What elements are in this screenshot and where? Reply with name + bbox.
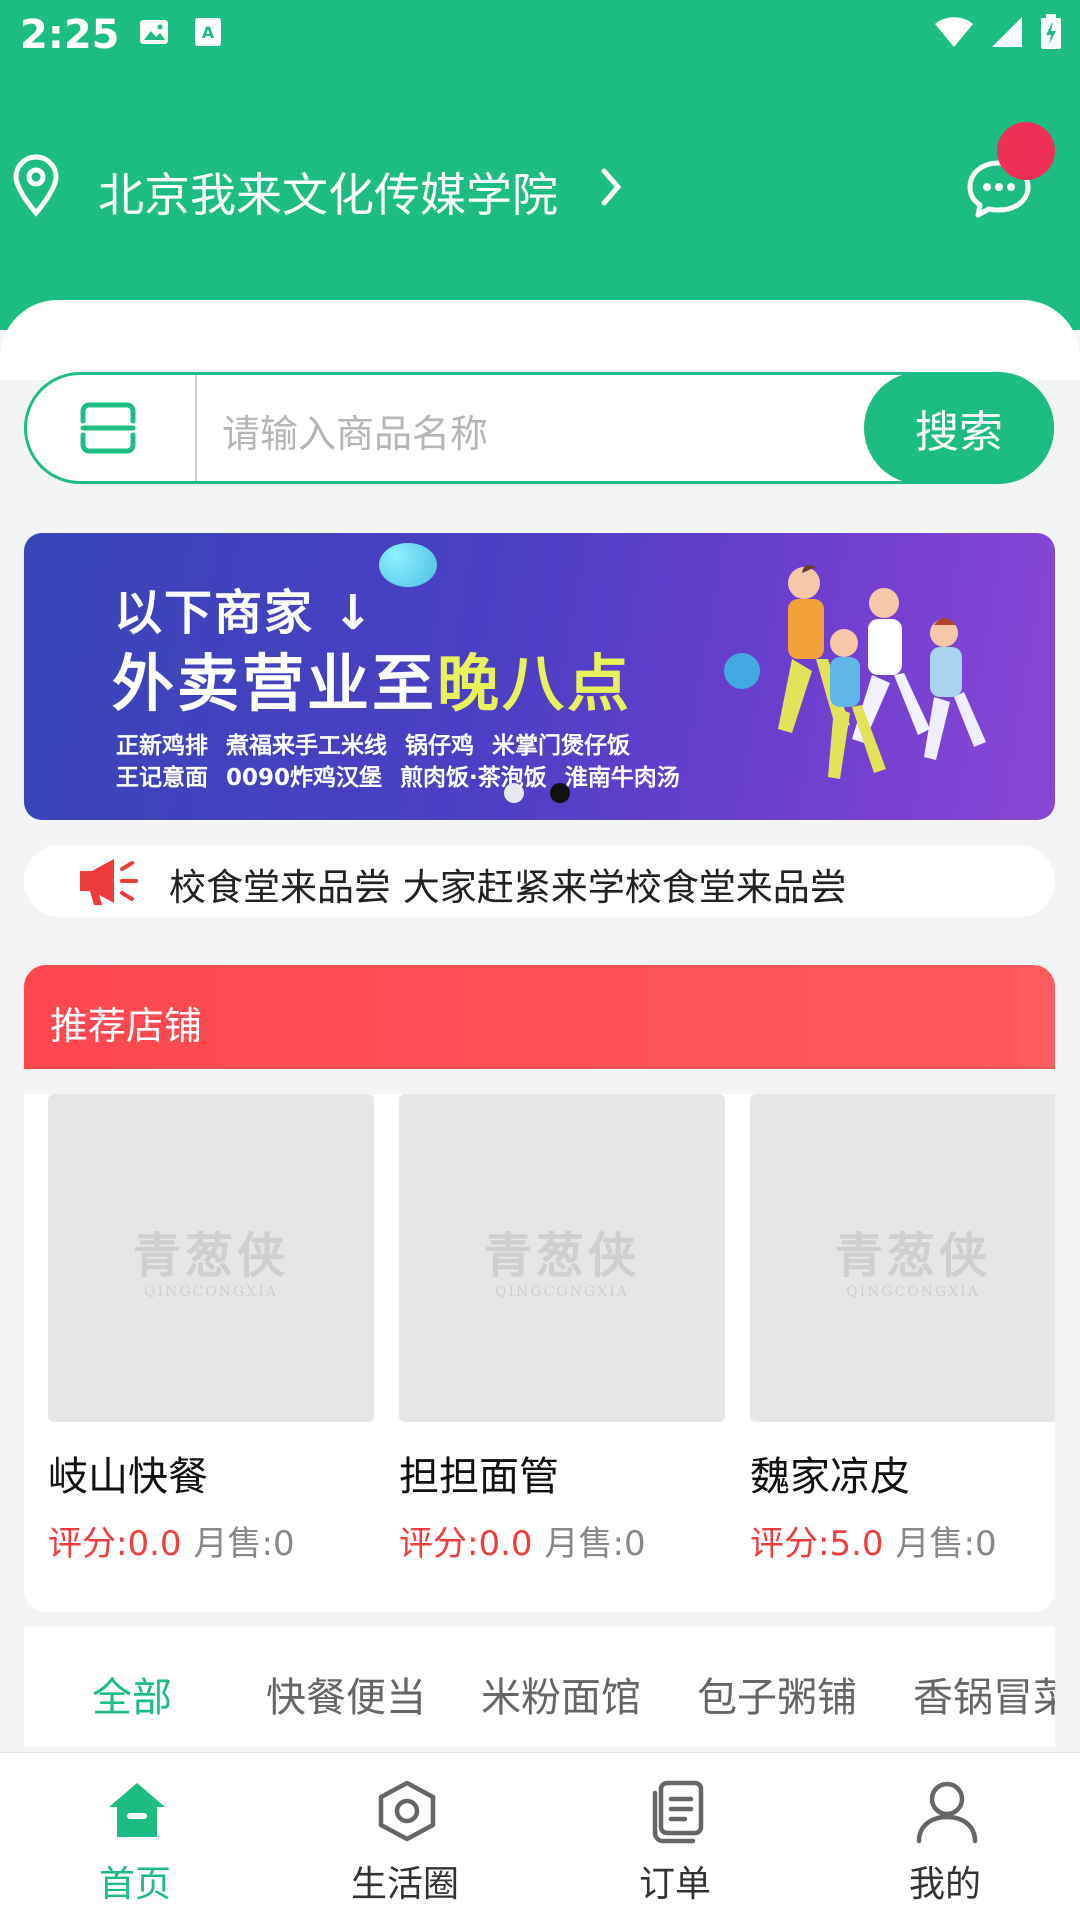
tab-home[interactable]: 首页 — [0, 1753, 270, 1921]
notice-bar[interactable]: 校食堂来品尝 大家赶紧来学校食堂来品尝 — [24, 845, 1055, 917]
shop-sales: 月售:0 — [544, 1524, 646, 1564]
shop-image-placeholder: 青葱侠 QINGCONGXIA — [399, 1094, 725, 1422]
search-button[interactable]: 搜索 — [864, 372, 1054, 484]
category-tab-buns[interactable]: 包子粥铺 — [697, 1665, 857, 1723]
category-tab-fast-food[interactable]: 快餐便当 — [266, 1665, 426, 1723]
tab-label: 订单 — [638, 1864, 711, 1905]
watermark-logo: 青葱侠 — [483, 1228, 640, 1284]
chevron-right-icon — [601, 168, 622, 206]
banner-bubble — [379, 543, 437, 587]
banner-subheading: 外卖营业至晚八点 — [112, 647, 633, 720]
shop-rating: 评分:0.0 — [399, 1524, 533, 1564]
shop-card[interactable]: 青葱侠 QINGCONGXIA 担担面管 评分:0.0 月售:0 — [399, 1094, 725, 1565]
hexagon-icon — [378, 1780, 436, 1842]
home-icon — [109, 1783, 165, 1837]
location-pin-icon — [13, 154, 59, 217]
category-tab-all[interactable]: 全部 — [92, 1665, 172, 1723]
tab-profile[interactable]: 我的 — [810, 1753, 1080, 1921]
shop-card[interactable]: 青葱侠 QINGCONGXIA 岐山快餐 评分:0.0 月售:0 — [48, 1094, 374, 1565]
message-badge — [997, 122, 1055, 180]
watermark-subtext: QINGCONGXIA — [846, 1284, 980, 1300]
recommended-title: 推荐店铺 — [50, 1004, 203, 1048]
shop-card[interactable]: 青葱侠 QINGCONGXIA 魏家凉皮 评分:5.0 月售:0 — [750, 1094, 1055, 1565]
tab-life-circle[interactable]: 生活圈 — [270, 1753, 540, 1921]
profile-icon — [916, 1781, 978, 1844]
megaphone-icon — [80, 859, 138, 905]
header: 2:25 A 北京我来文化传媒学院 — [0, 0, 1080, 330]
status-bar: 2:25 A — [0, 0, 1080, 72]
shop-name: 担担面管 — [399, 1454, 559, 1500]
battery-charging-icon — [1041, 14, 1061, 49]
tab-orders[interactable]: 订单 — [540, 1753, 810, 1921]
text-a-icon: A — [195, 18, 221, 46]
shop-sales: 月售:0 — [193, 1524, 295, 1564]
watermark-subtext: QINGCONGXIA — [495, 1284, 629, 1300]
shop-sales: 月售:0 — [895, 1524, 997, 1564]
tab-label: 生活圈 — [350, 1864, 459, 1905]
shop-stats: 评分:5.0 月售:0 — [750, 1516, 1055, 1565]
shop-rating: 评分:5.0 — [750, 1524, 884, 1564]
banner-shop-list: 王记意面 0090炸鸡汉堡 煎肉饭·茶泡饭 淮南牛肉汤 — [116, 765, 680, 791]
watermark-logo: 青葱侠 — [132, 1228, 289, 1284]
category-tabs: 全部 快餐便当 米粉面馆 包子粥铺 香锅冒菜 — [24, 1627, 1055, 1747]
orders-icon — [652, 1780, 704, 1844]
banner-shop-list: 正新鸡排 煮福来手工米线 锅仔鸡 米掌门煲仔饭 — [116, 733, 631, 759]
wifi-icon — [935, 17, 973, 47]
category-tab-noodles[interactable]: 米粉面馆 — [481, 1665, 641, 1723]
shop-name: 岐山快餐 — [48, 1454, 208, 1500]
category-tab-hotpot[interactable]: 香锅冒菜 — [913, 1665, 1055, 1723]
page-dot[interactable] — [504, 783, 524, 803]
status-time: 2:25 — [20, 12, 120, 58]
shop-image-placeholder: 青葱侠 QINGCONGXIA — [48, 1094, 374, 1422]
watermark-subtext: QINGCONGXIA — [144, 1284, 278, 1300]
tab-label: 我的 — [908, 1864, 981, 1905]
svg-text:A: A — [202, 23, 215, 42]
scan-icon — [80, 402, 136, 454]
search-input[interactable]: 请输入商品名称 — [222, 403, 488, 458]
tab-label: 首页 — [98, 1864, 171, 1905]
signal-icon — [992, 17, 1022, 47]
shop-image-placeholder: 青葱侠 QINGCONGXIA — [750, 1094, 1055, 1422]
bottom-tab-bar: 首页 生活圈 订单 我的 — [0, 1752, 1080, 1921]
page-dot-active[interactable] — [550, 783, 570, 803]
watermark-logo: 青葱侠 — [834, 1228, 991, 1284]
shop-stats: 评分:0.0 月售:0 — [48, 1516, 374, 1565]
location-selector[interactable]: 北京我来文化传媒学院 — [0, 145, 1080, 235]
recommended-header: 推荐店铺 — [24, 965, 1055, 1069]
shop-stats: 评分:0.0 月售:0 — [399, 1516, 725, 1565]
promo-banner[interactable]: 以下商家 ↓ 外卖营业至晚八点 正新鸡排 煮福来手工米线 锅仔鸡 米掌门煲仔饭 … — [24, 533, 1055, 820]
image-icon — [140, 20, 168, 44]
recommended-shops: 青葱侠 QINGCONGXIA 岐山快餐 评分:0.0 月售:0 青葱侠 QING… — [24, 1094, 1055, 1612]
shop-rating: 评分:0.0 — [48, 1524, 182, 1564]
notice-text: 校食堂来品尝 大家赶紧来学校食堂来品尝 — [169, 866, 847, 909]
running-people-illustration — [778, 565, 986, 779]
location-name: 北京我来文化传媒学院 — [98, 168, 558, 222]
scan-button[interactable] — [27, 375, 197, 481]
search-bar: 请输入商品名称 搜索 — [24, 372, 1054, 484]
banner-pagination — [504, 783, 570, 803]
shop-name: 魏家凉皮 — [750, 1454, 910, 1500]
